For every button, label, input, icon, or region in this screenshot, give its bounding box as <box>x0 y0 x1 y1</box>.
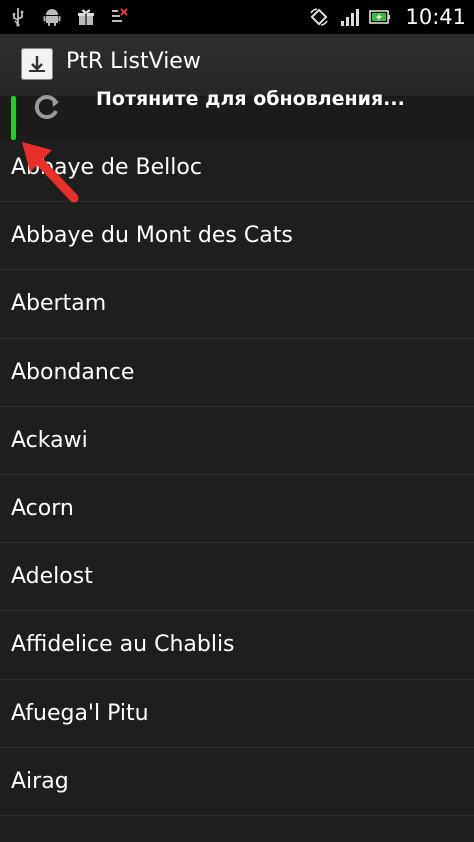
app-title: PtR ListView <box>66 49 201 74</box>
status-bar: 10:41 <box>0 0 474 34</box>
download-app-icon[interactable] <box>21 48 53 80</box>
battery-charging-icon <box>369 10 391 24</box>
screen-rotate-icon <box>310 8 329 26</box>
list-item[interactable]: Afuega'l Pitu <box>0 680 474 748</box>
list-item[interactable]: Abbaye du Mont des Cats <box>0 202 474 271</box>
cell-signal-icon <box>341 9 360 26</box>
status-clock: 10:41 <box>405 5 466 29</box>
list-item[interactable]: Adelost <box>0 543 474 612</box>
list-item[interactable]: Airag <box>0 748 474 816</box>
list-item[interactable]: Affidelice au Chablis <box>0 611 474 680</box>
signal-off-icon <box>112 8 128 22</box>
download-icon <box>29 56 45 72</box>
usb-icon <box>12 8 24 27</box>
list-item[interactable]: Acorn <box>0 475 474 544</box>
pull-to-refresh-label: Потяните для обновления... <box>96 88 405 110</box>
list-item[interactable]: Abertam <box>0 270 474 339</box>
list-item[interactable]: Abbaye de Belloc <box>0 134 474 203</box>
android-icon <box>43 9 61 26</box>
list-item[interactable]: Abondance <box>0 339 474 407</box>
list-item[interactable]: Ackawi <box>0 407 474 475</box>
gift-icon <box>78 9 94 25</box>
cheese-list[interactable]: Abbaye de Belloc Abbaye du Mont des Cats… <box>0 134 474 816</box>
status-bar-left <box>8 0 130 34</box>
refresh-icon <box>34 95 59 119</box>
status-bar-right: 10:41 <box>309 0 466 34</box>
